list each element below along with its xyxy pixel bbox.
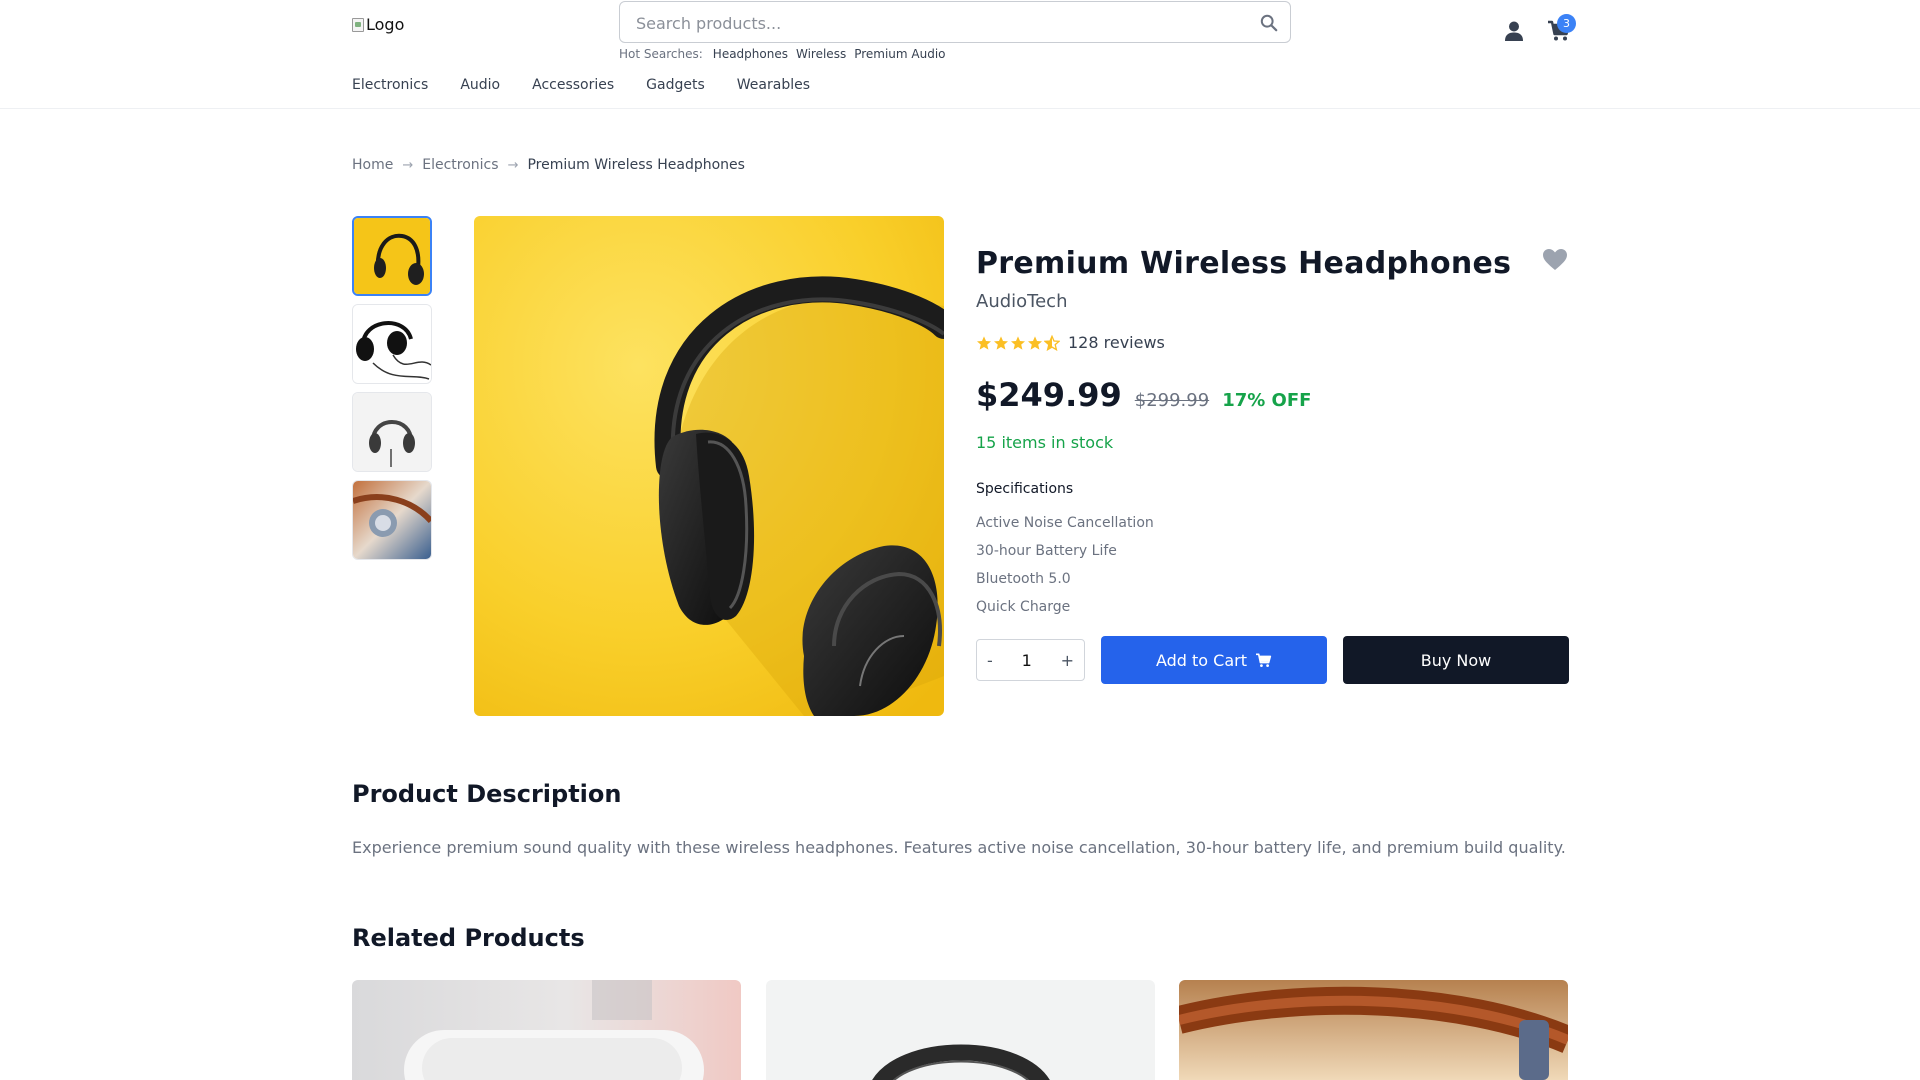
description-text: Experience premium sound quality with th… [352, 838, 1566, 857]
category-nav: Electronics Audio Accessories Gadgets We… [352, 77, 810, 93]
review-count[interactable]: 128 reviews [1068, 333, 1165, 352]
quantity-decrease-button[interactable]: - [987, 651, 993, 670]
thumbnail-image [353, 393, 431, 471]
search-input[interactable] [636, 12, 1236, 34]
main-product-image[interactable] [474, 216, 944, 716]
nav-item-electronics[interactable]: Electronics [352, 77, 428, 93]
thumbnail-image [354, 218, 430, 294]
hot-searches-label: Hot Searches: [619, 47, 703, 61]
thumbnail-3[interactable] [352, 392, 432, 472]
search-bar [619, 1, 1291, 43]
rating-stars [976, 334, 1060, 351]
spec-item: Quick Charge [976, 599, 1071, 615]
star-half-icon [1044, 334, 1060, 351]
breadcrumb-separator: → [507, 157, 519, 173]
related-product-image [352, 980, 741, 1080]
user-icon[interactable] [1503, 20, 1525, 42]
thumbnail-gallery [352, 216, 432, 560]
description-heading: Product Description [352, 780, 622, 808]
hot-search-link[interactable]: Headphones [713, 47, 788, 61]
nav-item-wearables[interactable]: Wearables [737, 77, 810, 93]
hot-searches: Hot Searches: Headphones Wireless Premiu… [619, 47, 946, 61]
price-row: $249.99 $299.99 17% OFF [976, 376, 1311, 414]
thumbnail-image [353, 481, 431, 559]
product-brand[interactable]: AudioTech [976, 291, 1067, 312]
thumbnail-1[interactable] [352, 216, 432, 296]
thumbnail-image [353, 305, 431, 383]
discount-badge: 17% OFF [1222, 390, 1312, 411]
star-full-icon [994, 335, 1008, 350]
nav-item-accessories[interactable]: Accessories [532, 77, 614, 93]
related-product-card[interactable] [1179, 980, 1568, 1080]
star-full-icon [1028, 335, 1042, 350]
original-price: $299.99 [1134, 390, 1210, 411]
related-product-card[interactable] [352, 980, 741, 1080]
broken-image-icon [352, 17, 364, 32]
cart-count-badge: 3 [1557, 14, 1576, 33]
hot-search-link[interactable]: Wireless [796, 47, 846, 61]
breadcrumb-current: Premium Wireless Headphones [527, 157, 745, 173]
star-full-icon [977, 335, 991, 350]
logo[interactable]: Logo [352, 15, 404, 34]
breadcrumb-separator: → [402, 157, 414, 173]
spec-item: Bluetooth 5.0 [976, 571, 1071, 587]
search-icon[interactable] [1260, 14, 1278, 32]
related-product-card[interactable] [766, 980, 1155, 1080]
add-to-cart-label: Add to Cart [1155, 650, 1248, 670]
add-to-cart-button[interactable]: Add to Cart [1101, 636, 1327, 684]
specifications-heading: Specifications [976, 481, 1074, 497]
breadcrumb-home[interactable]: Home [352, 157, 393, 173]
thumbnail-2[interactable] [352, 304, 432, 384]
nav-item-gadgets[interactable]: Gadgets [646, 77, 705, 93]
thumbnail-4[interactable] [352, 480, 432, 560]
related-product-image [766, 980, 1155, 1080]
spec-item: Active Noise Cancellation [976, 515, 1154, 531]
stock-status: 15 items in stock [976, 433, 1114, 452]
related-products-heading: Related Products [352, 924, 585, 952]
hot-search-link[interactable]: Premium Audio [854, 47, 945, 61]
current-price: $249.99 [976, 376, 1122, 414]
buy-now-button[interactable]: Buy Now [1343, 636, 1569, 684]
product-rating: 128 reviews [976, 333, 1165, 352]
spec-item: 30-hour Battery Life [976, 543, 1117, 559]
breadcrumb-category[interactable]: Electronics [422, 157, 498, 173]
site-header: Logo Hot Searches: Headphones Wireless P… [0, 0, 1920, 109]
cart-icon [1256, 653, 1272, 667]
related-product-image [1179, 980, 1568, 1080]
product-title: Premium Wireless Headphones [976, 246, 1512, 281]
specifications-list: Active Noise Cancellation 30-hour Batter… [976, 509, 1154, 621]
headphones-photo [474, 216, 944, 716]
quantity-increase-button[interactable]: + [1061, 651, 1074, 670]
breadcrumb: Home → Electronics → Premium Wireless He… [352, 157, 745, 173]
quantity-stepper: - 1 + [976, 639, 1085, 681]
logo-alt-text: Logo [366, 15, 405, 34]
wishlist-heart-icon[interactable] [1542, 248, 1568, 272]
quantity-value[interactable]: 1 [1022, 651, 1032, 670]
star-full-icon [1011, 335, 1025, 350]
nav-item-audio[interactable]: Audio [460, 77, 500, 93]
